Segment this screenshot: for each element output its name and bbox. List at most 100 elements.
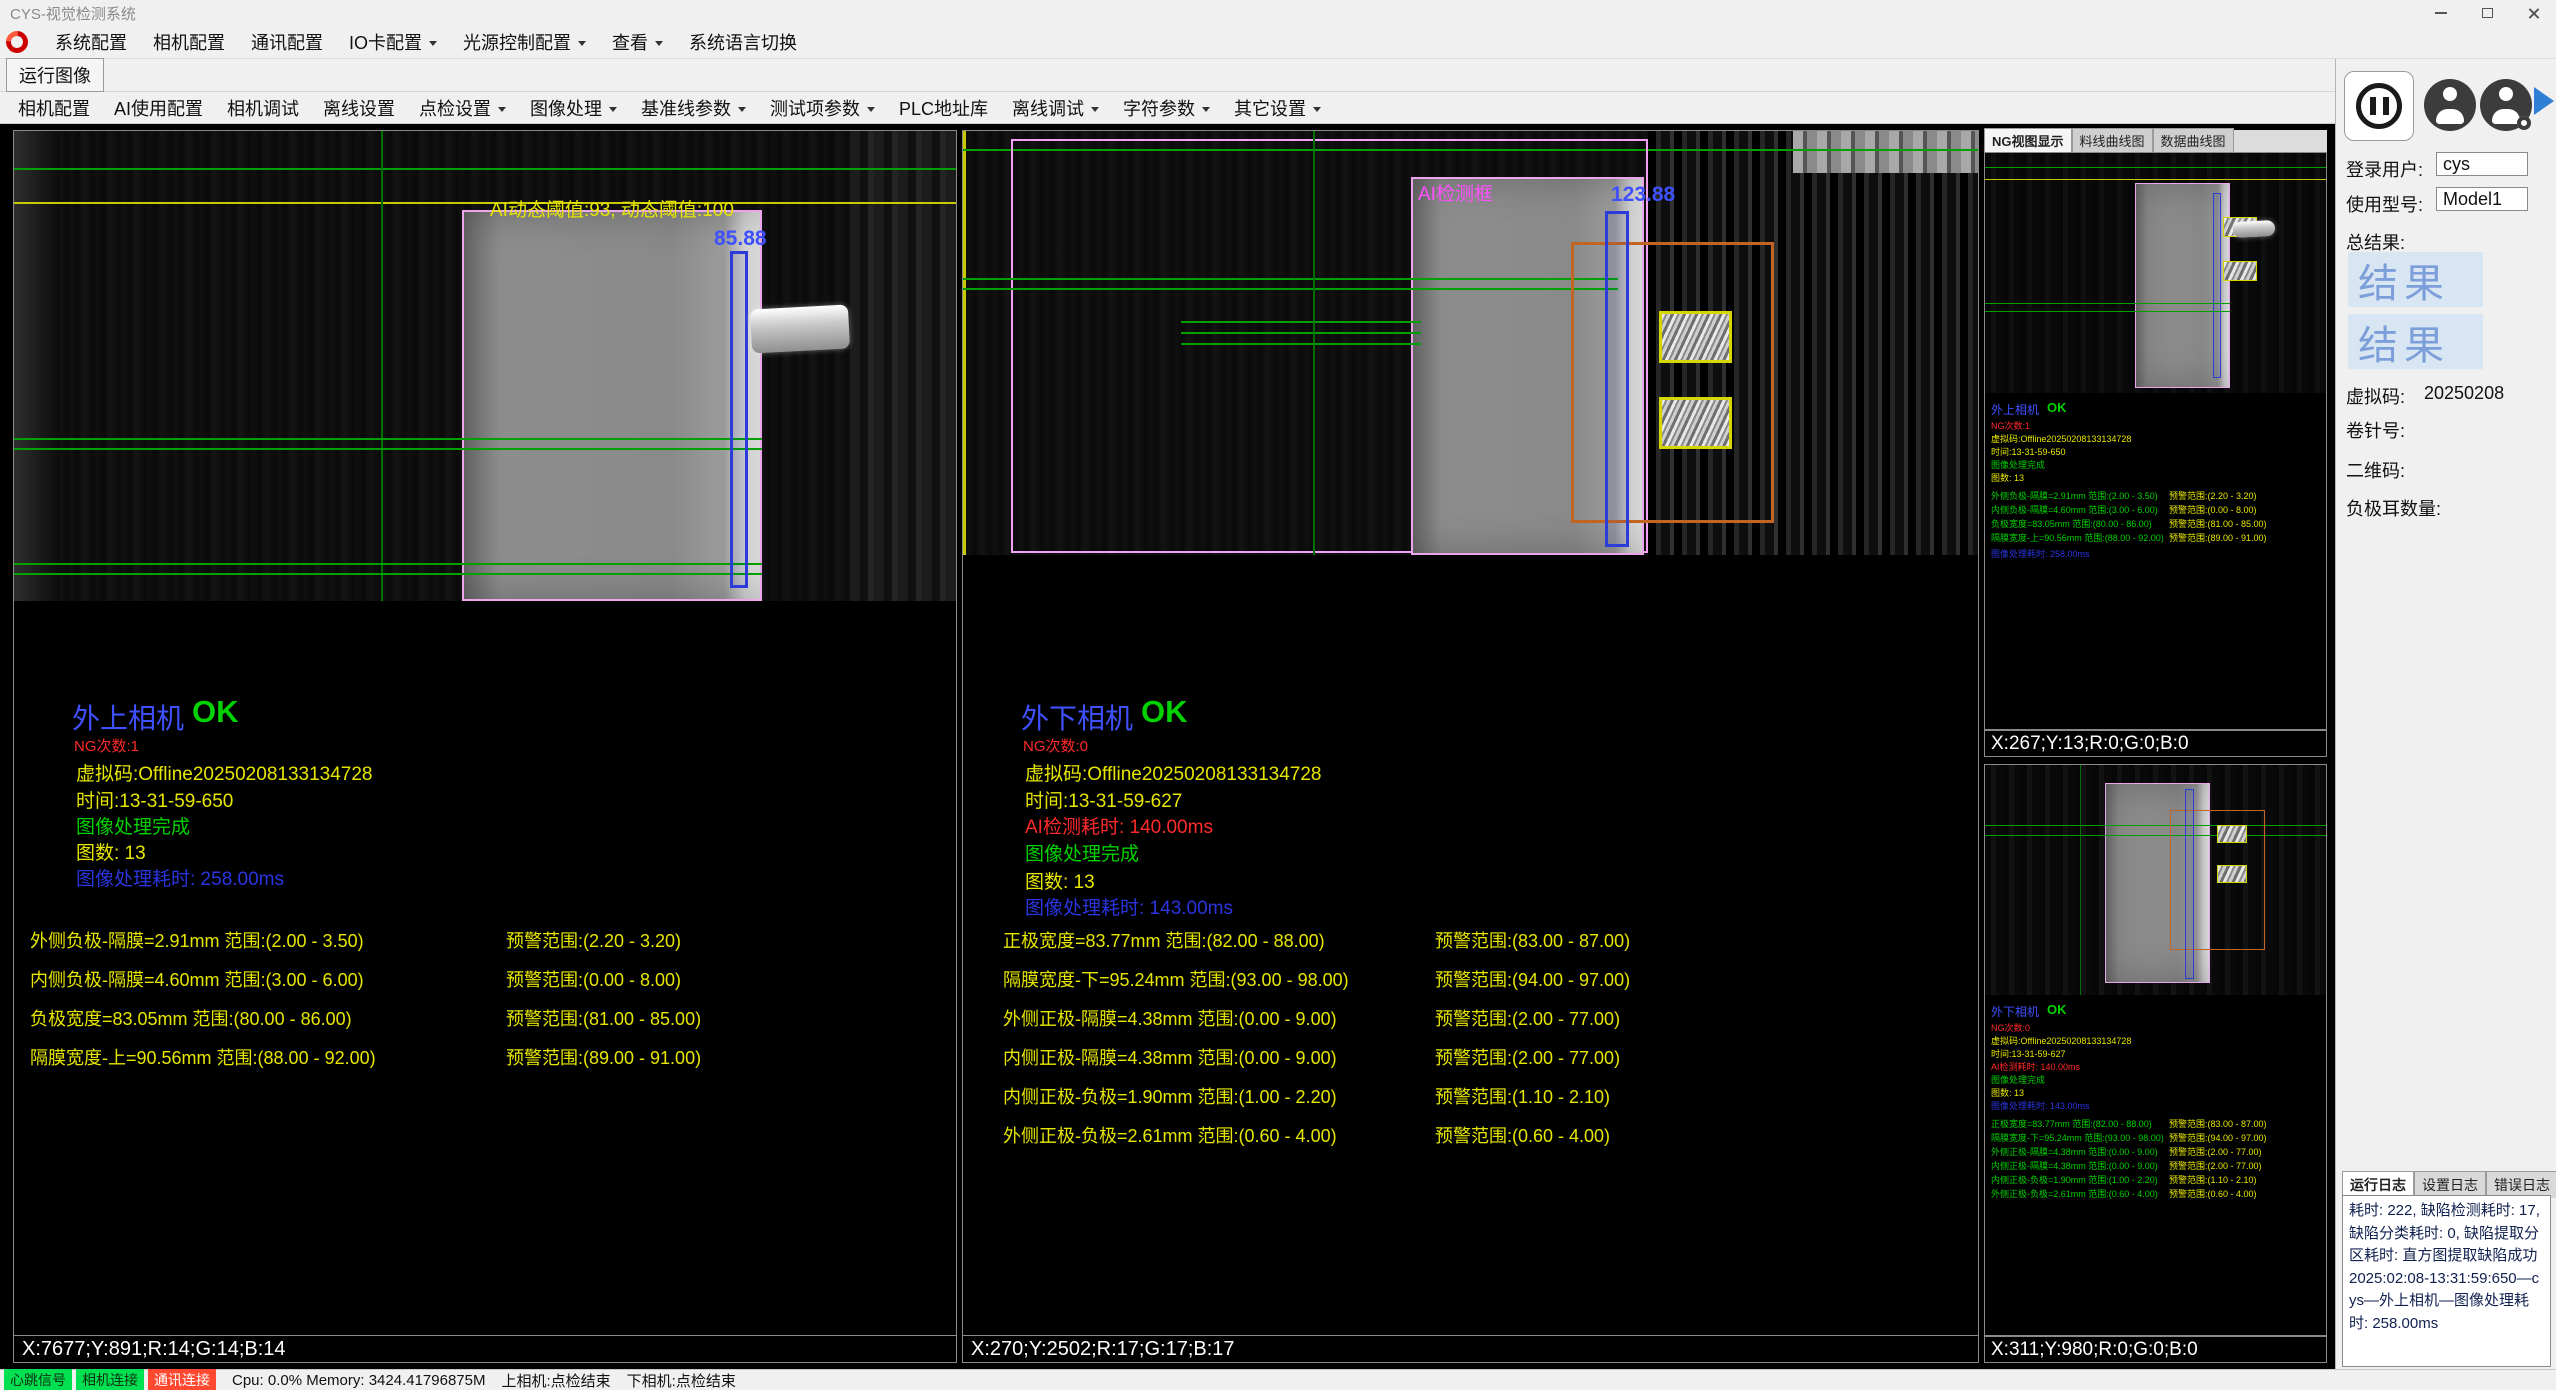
toolbar: 相机配置 AI使用配置 相机调试 离线设置 点检设置 图像处理 基准线参数 测试… [0, 92, 2335, 124]
preview-elapsed: 图像处理耗时: 258.00ms [1991, 547, 2090, 560]
cam-left-frames: 图数: 13 [76, 838, 146, 865]
preview-lower-image [1985, 765, 2326, 995]
tool-other-settings[interactable]: 其它设置 [1222, 91, 1333, 125]
detect-rect-blue [2213, 193, 2221, 378]
maximize-icon [2482, 8, 2493, 18]
measurement-text: 隔膜宽度-上=90.56mm 范围:(88.00 - 92.00) [30, 1044, 376, 1070]
preview-measure: 正极宽度=83.77mm 范围:(82.00 - 88.00) [1991, 1117, 2152, 1130]
measurement-text: 内侧正极-负极=1.90mm 范围:(1.00 - 2.20) [1003, 1083, 1337, 1109]
pause-button[interactable] [2344, 71, 2414, 141]
measurement-warn: 预警范围:(2.20 - 3.20) [506, 927, 681, 953]
menu-view[interactable]: 查看 [599, 25, 676, 59]
tool-offline-settings[interactable]: 离线设置 [311, 91, 407, 125]
menu-light-control-config[interactable]: 光源控制配置 [450, 25, 599, 59]
measurement-warn: 预警范围:(83.00 - 87.00) [1435, 927, 1630, 953]
tool-spotcheck-settings[interactable]: 点检设置 [407, 91, 518, 125]
tool-char-params[interactable]: 字符参数 [1111, 91, 1222, 125]
cam-left-done: 图像处理完成 [76, 812, 190, 839]
user-button[interactable] [2424, 79, 2476, 131]
tool-plc-address[interactable]: PLC地址库 [887, 91, 1000, 125]
cam-left-image[interactable]: AI动态阈值:93, 动态阈值:100 85.88 [14, 131, 956, 601]
measurement-text: 内侧负极-隔膜=4.60mm 范围:(3.00 - 6.00) [30, 966, 364, 992]
menu-comm-config[interactable]: 通讯配置 [238, 25, 336, 59]
status-bar: 心跳信号 相机连接 通讯连接 Cpu: 0.0% Memory: 3424.41… [0, 1369, 2556, 1390]
menu-io-card-config[interactable]: IO卡配置 [336, 25, 450, 59]
login-user-label: 登录用户: [2346, 156, 2423, 182]
model-field[interactable]: Model1 [2436, 187, 2528, 211]
preview-measure: 隔膜宽度-上=90.56mm 范围:(88.00 - 92.00) [1991, 531, 2164, 544]
measure-line [1985, 311, 2230, 312]
tab-data-curve[interactable]: 数据曲线图 [2153, 128, 2234, 152]
cam-mid-time: 时间:13-31-59-627 [1025, 786, 1182, 813]
measurement-warn: 预警范围:(89.00 - 91.00) [506, 1044, 701, 1070]
tool-image-processing[interactable]: 图像处理 [518, 91, 629, 125]
menu-system-config[interactable]: 系统配置 [42, 25, 140, 59]
measure-line [1985, 179, 2326, 180]
tab-ng-view[interactable]: NG视图显示 [1984, 128, 2072, 152]
preview-cam-title: 外上相机 [1991, 401, 2039, 418]
user-settings-button[interactable] [2480, 79, 2532, 131]
tab-settings-log[interactable]: 设置日志 [2414, 1171, 2486, 1198]
measurement-text: 隔膜宽度-下=95.24mm 范围:(93.00 - 98.00) [1003, 966, 1349, 992]
titlebar: CYS-视觉检测系统 [0, 0, 2556, 26]
measure-line [1985, 303, 2230, 304]
cam-mid-ai-time: AI检测耗时: 140.00ms [1025, 812, 1213, 839]
vcode-value: 20250208 [2424, 383, 2504, 404]
cpu-memory-status: Cpu: 0.0% Memory: 3424.41796875M [232, 1372, 485, 1389]
measurement-warn: 预警范围:(94.00 - 97.00) [1435, 966, 1630, 992]
window-controls [2418, 0, 2556, 26]
close-button[interactable] [2510, 0, 2556, 26]
tool-offline-debug[interactable]: 离线调试 [1000, 91, 1111, 125]
user-icon [2424, 79, 2476, 131]
detect-rect-blue [2185, 789, 2194, 979]
preview-ai-time: AI检测耗时: 140.00ms [1991, 1060, 2080, 1073]
cam-mid-title: 外下相机 [1021, 697, 1133, 737]
tab-line-curve[interactable]: 料线曲线图 [2072, 128, 2153, 152]
run-log-content[interactable]: 耗时: 222, 缺陷检测耗时: 17, 缺陷分类耗时: 0, 缺陷提取分区耗时… [2342, 1195, 2551, 1367]
login-user-field[interactable]: cys [2436, 152, 2528, 176]
upper-camera-status: 上相机:点检结束 [501, 1370, 610, 1390]
preview-warn: 预警范围:(94.00 - 97.00) [2169, 1131, 2267, 1144]
preview-frames: 图数: 13 [1991, 1086, 2024, 1099]
cam-mid-image[interactable]: AI检测框 123.88 [963, 131, 1978, 555]
lower-camera-status: 下相机:点检结束 [627, 1370, 736, 1390]
cam-left-ng-count: NG次数:1 [74, 735, 139, 756]
preview-lower-panel[interactable]: 外下相机 OK NG次数:0 虚拟码:Offline20250208133134… [1984, 764, 2327, 1336]
menu-language-switch[interactable]: 系统语言切换 [676, 25, 810, 59]
preview-time: 时间:13-31-59-627 [1991, 1047, 2066, 1060]
model-label: 使用型号: [2346, 191, 2423, 217]
menu-camera-config[interactable]: 相机配置 [140, 25, 238, 59]
ai-threshold-text: AI动态阈值:93, 动态阈值:100 [490, 195, 734, 222]
measure-line [1181, 332, 1421, 334]
measure-line [1985, 835, 2326, 836]
cam-mid-done: 图像处理完成 [1025, 839, 1139, 866]
cam-mid-result: OK [1141, 694, 1188, 730]
measurement-text: 正极宽度=83.77mm 范围:(82.00 - 88.00) [1003, 927, 1325, 953]
preview-upper-panel[interactable]: 外上相机 OK NG次数:1 虚拟码:Offline20250208133134… [1984, 152, 2327, 730]
panel-collapse-arrow-icon[interactable] [2534, 87, 2554, 115]
camera-connection-badge: 相机连接 [76, 1369, 144, 1390]
tool-camera-debug[interactable]: 相机调试 [215, 91, 311, 125]
minimize-button[interactable] [2418, 0, 2464, 26]
tool-ai-use-config[interactable]: AI使用配置 [102, 91, 215, 125]
cam-mid-frames: 图数: 13 [1025, 867, 1095, 894]
preview-measure: 外侧正极-隔膜=4.38mm 范围:(0.00 - 9.00) [1991, 1145, 2158, 1158]
tab-run-log[interactable]: 运行日志 [2342, 1171, 2414, 1198]
tab-run-image[interactable]: 运行图像 [6, 58, 104, 92]
tool-baseline-params[interactable]: 基准线参数 [629, 91, 758, 125]
measurement-warn: 预警范围:(81.00 - 85.00) [506, 1005, 701, 1031]
tool-camera-config[interactable]: 相机配置 [6, 91, 102, 125]
measure-line [963, 288, 1618, 290]
baseline-yellow [14, 202, 956, 204]
tab-error-log[interactable]: 错误日志 [2486, 1171, 2556, 1198]
measurement-warn: 预警范围:(0.60 - 4.00) [1435, 1122, 1610, 1148]
separator-material [462, 210, 762, 601]
preview-warn: 预警范围:(0.00 - 8.00) [2169, 503, 2257, 516]
preview-ng: NG次数:1 [1991, 419, 2030, 432]
maximize-button[interactable] [2464, 0, 2510, 26]
preview-done: 图像处理完成 [1991, 1073, 2045, 1086]
log-tab-strip: 运行日志 设置日志 错误日志 [2342, 1171, 2556, 1198]
tool-test-item-params[interactable]: 测试项参数 [758, 91, 887, 125]
cam-left-cursor-status: X:7677;Y:891;R:14;G:14;B:14 [14, 1335, 956, 1362]
measure-line [963, 278, 1618, 280]
